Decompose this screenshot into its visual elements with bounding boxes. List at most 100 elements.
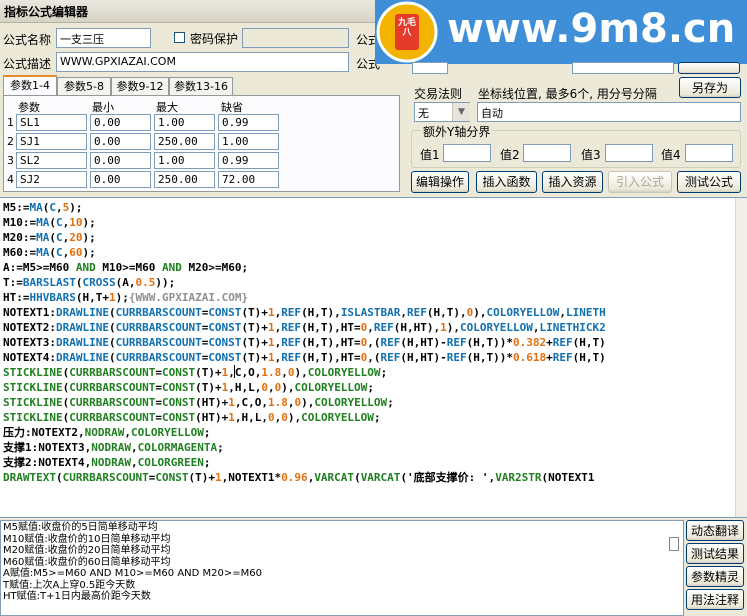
code-token: NOTEXT4: (3, 351, 56, 364)
param-name-field[interactable]: SL2 (16, 152, 87, 169)
param-default-field[interactable]: 0.99 (218, 114, 279, 131)
code-token: 支撑1:NOTEXT3, (3, 441, 92, 454)
tab-params-1-4[interactable]: 参数1-4 (3, 75, 57, 96)
yaxis-input-4[interactable] (685, 144, 733, 162)
code-token: REF (281, 306, 302, 319)
desc-input[interactable]: WWW.GPXIAZAI.COM (56, 52, 349, 72)
code-token: ; (387, 396, 394, 409)
code-token: (H,T) (572, 336, 606, 349)
insert-resource-button[interactable]: 插入资源 (542, 171, 603, 193)
code-line: STICKLINE(CURRBARSCOUNT=CONST(T)+1,H,L,0… (3, 380, 374, 395)
param-header-default: 缺省 (221, 101, 243, 114)
code-token: ; (203, 456, 211, 469)
code-token: C (56, 246, 63, 259)
param-max-field[interactable]: 1.00 (154, 152, 215, 169)
test-result-button[interactable]: 测试结果 (686, 543, 744, 564)
yaxis-input-2[interactable] (523, 144, 571, 162)
code-token: ( (108, 351, 116, 364)
code-token: CONST (208, 351, 242, 364)
param-name-field[interactable]: SJ2 (16, 171, 87, 188)
param-name-field[interactable]: SJ1 (16, 133, 87, 150)
params-panel: 参数 最小 最大 缺省 1 SL1 0.00 1.00 0.99 2 SJ1 0… (3, 95, 400, 192)
code-token: (A, (115, 276, 136, 289)
param-min-field[interactable]: 0.00 (90, 114, 151, 131)
right-button[interactable] (678, 62, 740, 74)
dynamic-translate-button[interactable]: 动态翻译 (686, 520, 744, 541)
code-token: CONST (208, 336, 242, 349)
note-line: M10赋值:收盘价的10日简单移动平均 (3, 533, 171, 545)
usage-notes-button[interactable]: 用法注释 (686, 589, 744, 610)
code-editor[interactable]: DRAWTEXT(CURRBARSCOUNT=CONST(T)+1,NOTEXT… (0, 197, 747, 518)
code-token: , (532, 321, 540, 334)
param-min-field[interactable]: 0.00 (90, 152, 151, 169)
code-token: CURRBARSCOUNT (115, 321, 202, 334)
param-default-field[interactable]: 72.00 (218, 171, 279, 188)
code-token: , (124, 426, 131, 439)
password-checkbox[interactable] (174, 32, 185, 43)
code-token: = (155, 381, 162, 394)
param-min-field[interactable]: 0.00 (90, 171, 151, 188)
code-token: MA (36, 246, 50, 259)
code-token: COLORYELLOW (486, 306, 560, 319)
code-token: ), (281, 381, 295, 394)
watermark-banner: 九毛八 www.9m8.cn (375, 0, 747, 64)
code-token: 压力:NOTEXT2, (3, 426, 85, 439)
test-formula-button[interactable]: 测试公式 (677, 171, 741, 193)
password-input[interactable] (242, 28, 349, 48)
code-line: NOTEXT4:DRAWLINE(CURRBARSCOUNT=CONST(T)+… (3, 350, 606, 365)
code-token: COLORYELLOW (314, 396, 388, 409)
code-line: 支撑1:NOTEXT3,NODRAW,COLORMAGENTA; (3, 440, 224, 455)
tab-params-13-16[interactable]: 参数13-16 (169, 77, 233, 95)
param-header-min: 最小 (92, 101, 114, 114)
tab-params-5-8[interactable]: 参数5-8 (57, 77, 111, 95)
code-token: CROSS (82, 276, 116, 289)
notes-scroll-thumb[interactable] (669, 537, 679, 551)
code-token: ); (82, 216, 96, 229)
param-min-field[interactable]: 0.00 (90, 133, 151, 150)
save-as-button[interactable]: 另存为 (679, 77, 741, 98)
param-default-field[interactable]: 1.00 (218, 133, 279, 150)
code-token: ,H,L, (228, 381, 262, 394)
right-field-2[interactable] (572, 62, 674, 74)
param-wizard-button[interactable]: 参数精灵 (686, 566, 744, 587)
code-token: (H,T), (426, 306, 467, 319)
name-input[interactable]: 一支三压 (56, 28, 151, 48)
chevron-down-icon[interactable]: ▼ (452, 103, 470, 121)
code-token: 0.382 (513, 336, 547, 349)
code-token: LINETH (566, 306, 606, 319)
code-token: NODRAW (91, 441, 131, 454)
note-line: HT赋值:T+1日内最高价距今天数 (3, 591, 151, 602)
tab-params-9-12[interactable]: 参数9-12 (111, 77, 169, 95)
watermark-site: www.9m8.cn (447, 6, 736, 52)
code-token: REF (552, 351, 573, 364)
code-token: M60:= (3, 246, 37, 259)
code-token: 1.8 (267, 396, 288, 409)
param-header-name: 参数 (18, 101, 40, 114)
yaxis-input-3[interactable] (605, 144, 653, 162)
name-label: 公式名称 (3, 33, 52, 47)
param-max-field[interactable]: 1.00 (154, 114, 215, 131)
code-token: 1 (267, 336, 275, 349)
yaxis-label-4: 值4 (661, 148, 681, 162)
param-name-field[interactable]: SL1 (16, 114, 87, 131)
code-token: COLORYELLOW (460, 321, 533, 334)
usage-notes-panel[interactable]: M5赋值:收盘价的5日简单移动平均 M10赋值:收盘价的10日简单移动平均 M20赋… (0, 520, 684, 616)
right-field-1[interactable] (412, 62, 448, 74)
code-token: NOTEXT2: (3, 321, 56, 334)
param-max-field[interactable]: 250.00 (154, 133, 215, 150)
import-formula-button[interactable]: 引入公式 (608, 171, 672, 193)
edit-operations-button[interactable]: 编辑操作 (411, 171, 469, 193)
editor-scrollbar[interactable] (735, 198, 747, 517)
yaxis-input-1[interactable] (443, 144, 491, 162)
param-max-field[interactable]: 250.00 (154, 171, 215, 188)
note-line: M5赋值:收盘价的5日简单移动平均 (3, 522, 158, 533)
coord-input[interactable]: 自动 (477, 102, 741, 122)
code-token: REF (380, 351, 401, 364)
insert-function-button[interactable]: 插入函数 (476, 171, 537, 193)
param-default-field[interactable]: 0.99 (218, 152, 279, 169)
code-token: REF (446, 351, 467, 364)
code-token: ,( (367, 336, 381, 349)
code-token: 10 (69, 216, 83, 229)
code-token: CONST (161, 366, 196, 379)
code-token: STICKLINE (3, 366, 63, 379)
